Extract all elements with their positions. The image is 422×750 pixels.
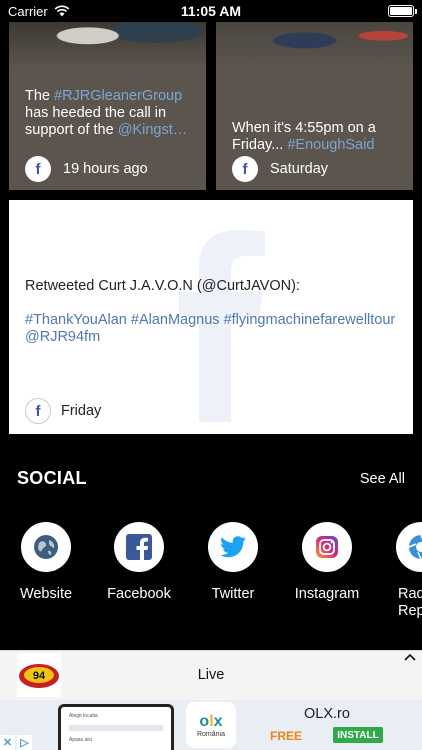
tweet-hashtags[interactable]: #ThankYouAlan #AlanMagnus #flyingmachine… [25, 312, 397, 346]
social-website-button[interactable]: Website [1, 522, 91, 602]
status-bar: Carrier 11:05 AM [0, 0, 422, 22]
hashtag-link[interactable]: #RJRGleanerGroup [54, 88, 182, 104]
news-card[interactable]: The #RJRGleanerGroup has heeded the call… [9, 22, 206, 190]
ad-install-button[interactable]: INSTALL [333, 727, 383, 743]
card-footer: f Friday [25, 398, 101, 424]
facebook-icon: f [232, 156, 258, 182]
card-photo [9, 22, 206, 68]
card-time: 19 hours ago [63, 161, 148, 177]
carrier-label: Carrier [8, 3, 48, 19]
card-time: Saturday [270, 161, 329, 177]
card-footer: f Saturday [232, 156, 328, 182]
social-rad-repo-button[interactable]: Rad Repo [376, 522, 422, 620]
facebook-icon [126, 534, 152, 560]
ad-choices-icon[interactable]: ▷ [17, 735, 32, 750]
battery-icon [388, 5, 417, 17]
ad-title: OLX.ro [304, 706, 350, 722]
social-instagram-button[interactable]: Instagram [282, 522, 372, 602]
tweet-line: Retweeted Curt J.A.V.O.N (@CurtJAVON): [25, 278, 300, 294]
facebook-icon: f [25, 156, 51, 182]
carrier-indicator: Carrier [8, 4, 70, 19]
card-time: Friday [61, 403, 102, 419]
card-text: The #RJRGleanerGroup has heeded the call… [25, 88, 188, 138]
card-text: When it's 4:55pm on a Friday... #EnoughS… [232, 120, 376, 153]
social-links-row: Website Facebook Twitter Instagram Rad R… [0, 522, 422, 620]
mention-link[interactable]: @Kingst… [118, 122, 188, 138]
ad-phone-image: Alege locatia Apasa aici [58, 704, 174, 750]
hashtag-link[interactable]: #EnoughSaid [287, 137, 374, 153]
ad-price: FREE [270, 729, 303, 743]
news-card[interactable]: When it's 4:55pm on a Friday... #EnoughS… [216, 22, 413, 190]
chevron-up-icon[interactable] [404, 653, 416, 661]
live-player-bar[interactable]: 94 Live [0, 650, 422, 700]
ad-controls: ✕ ▷ [0, 735, 32, 750]
wifi-icon [54, 5, 70, 17]
tweet-text: Retweeted Curt J.A.V.O.N (@CurtJAVON): #… [25, 278, 397, 346]
see-all-link[interactable]: See All [360, 471, 405, 487]
camera-aperture-icon [408, 534, 422, 560]
section-title: SOCIAL [17, 468, 87, 488]
player-label: Live [197, 667, 225, 683]
social-header: SOCIAL See All [17, 468, 405, 489]
ad-close-icon[interactable]: ✕ [0, 735, 15, 750]
instagram-icon [316, 536, 338, 558]
twitter-icon [220, 536, 246, 558]
social-facebook-button[interactable]: Facebook [94, 522, 184, 602]
facebook-icon: f [25, 398, 51, 424]
olx-logo: olx România [186, 702, 236, 748]
ad-banner[interactable]: Alege locatia Apasa aici olx România OLX… [0, 700, 422, 750]
news-cards-row: The #RJRGleanerGroup has heeded the call… [9, 22, 413, 190]
social-twitter-button[interactable]: Twitter [188, 522, 278, 602]
retweet-card[interactable]: Retweeted Curt J.A.V.O.N (@CurtJAVON): #… [9, 200, 413, 434]
card-footer: f 19 hours ago [25, 156, 148, 182]
card-photo [216, 22, 413, 68]
globe-icon [34, 535, 58, 559]
